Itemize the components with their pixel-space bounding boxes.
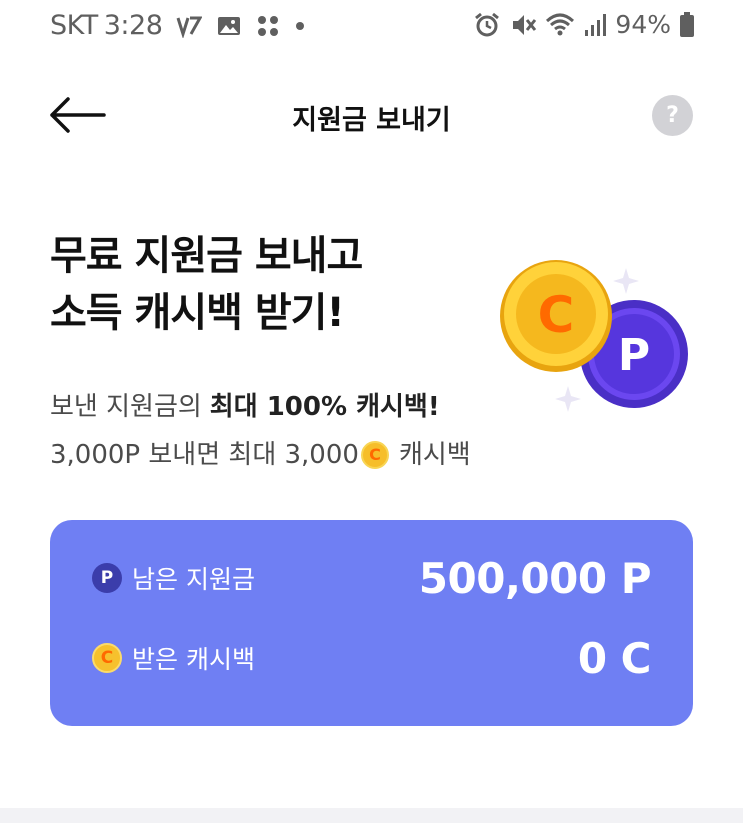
coins-illustration: P C <box>498 258 698 418</box>
c-coin-small-icon: C <box>360 441 389 469</box>
status-bar: SKT 3:28 94% <box>0 0 743 56</box>
clock-label: 3:28 <box>103 10 163 41</box>
question-icon: ? <box>666 103 679 128</box>
c-coin-icon: C <box>500 260 612 372</box>
image-icon <box>216 14 242 38</box>
desc-line2-suffix: 캐시백 <box>398 440 471 470</box>
wifi-icon <box>545 11 575 39</box>
remaining-support-label: 남은 지원금 <box>132 565 255 594</box>
received-cashback-label: 받은 캐시백 <box>132 645 255 674</box>
hero-title: 무료 지원금 보내고 소득 캐시백 받기! <box>50 228 363 342</box>
desc-line2-prefix: 3,000P 보내면 최대 3,000 <box>50 440 359 470</box>
desc-line1-highlight: 최대 100% 캐시백! <box>209 392 440 422</box>
carrier-label: SKT <box>50 10 98 41</box>
svg-text:C: C <box>538 286 575 344</box>
help-button[interactable]: ? <box>652 95 693 136</box>
hero-description: 보낸 지원금의 최대 100% 캐시백! 3,000P 보내면 최대 3,000… <box>50 383 471 479</box>
desc-line1-prefix: 보낸 지원금의 <box>50 392 202 422</box>
sparkle-icon <box>613 268 639 294</box>
signal-icon <box>583 12 607 38</box>
section-divider <box>0 808 743 823</box>
app-header: 지원금 보내기 ? <box>0 80 743 152</box>
p-badge-icon: P <box>92 563 122 593</box>
received-cashback-row: C 받은 캐시백 0 C <box>92 628 652 688</box>
sparkle-icon <box>555 386 581 412</box>
svg-text:P: P <box>618 330 650 381</box>
received-cashback-value: 0 C <box>577 633 652 683</box>
remaining-support-value: 500,000 P <box>418 553 652 603</box>
mute-icon <box>509 11 537 39</box>
hero-title-line2: 소득 캐시백 받기! <box>50 290 345 336</box>
alarm-icon <box>473 11 501 39</box>
hero-title-line1: 무료 지원금 보내고 <box>50 233 363 279</box>
c-badge-icon: C <box>92 643 122 673</box>
battery-icon <box>679 11 695 39</box>
dot-icon <box>294 20 306 32</box>
remaining-support-row: P 남은 지원금 500,000 P <box>92 548 652 608</box>
battery-percent: 94% <box>615 10 671 39</box>
apps-icon <box>256 14 280 38</box>
balance-card: P 남은 지원금 500,000 P C 받은 캐시백 0 C <box>50 520 693 726</box>
volte-icon <box>176 14 203 38</box>
page-title: 지원금 보내기 <box>292 105 451 136</box>
